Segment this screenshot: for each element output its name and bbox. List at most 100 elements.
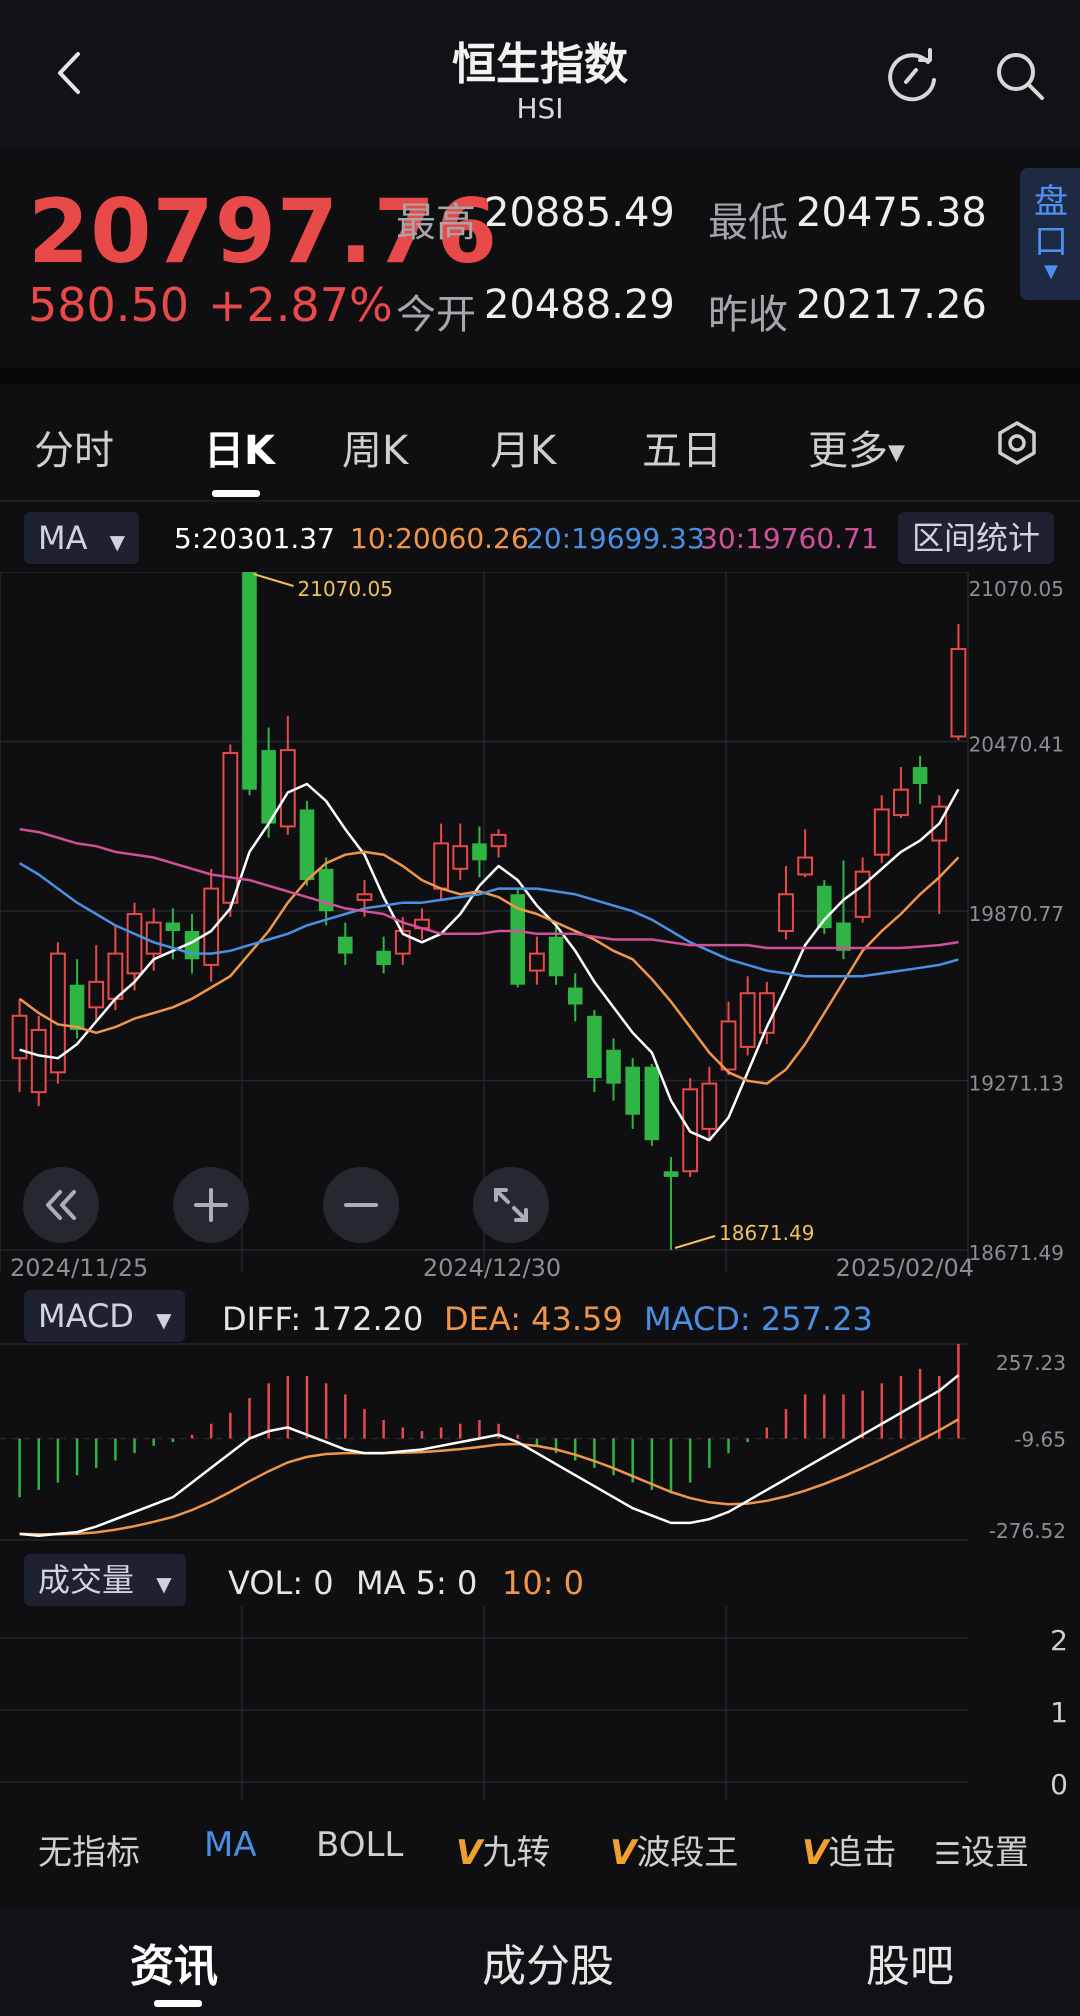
- candle-body: [663, 1171, 679, 1177]
- ma5-line: [19, 782, 960, 1142]
- macd-value: MACD: 257.23: [644, 1300, 873, 1338]
- nav-forum[interactable]: 股吧: [866, 1930, 954, 1994]
- zoom-out-button[interactable]: [322, 1166, 400, 1244]
- nav-constituents[interactable]: 成分股: [482, 1930, 614, 1994]
- candle-body: [69, 984, 85, 1030]
- candle-body: [30, 1028, 47, 1094]
- order-book-toggle[interactable]: 盘口 ▼: [1020, 168, 1080, 300]
- indicator-boll[interactable]: BOLL: [316, 1825, 403, 1865]
- macd-diff: DIFF: 172.20: [222, 1300, 424, 1338]
- rewind-button[interactable]: [22, 1166, 100, 1244]
- candle-body: [606, 1049, 621, 1084]
- y-axis-label: 21070.05: [969, 577, 1064, 601]
- high-marker-line: [253, 573, 294, 587]
- nav-news[interactable]: 资讯: [130, 1930, 218, 1994]
- candle-body: [893, 788, 909, 817]
- y-axis-label: 0: [1050, 1768, 1068, 1801]
- candle-body: [739, 992, 756, 1048]
- ma30-legend: 30:19760.71: [700, 522, 879, 555]
- y-axis-label: 257.23: [996, 1351, 1066, 1375]
- tab-five-day[interactable]: 五日: [642, 418, 722, 476]
- caret-down-icon: ▼: [888, 440, 905, 466]
- list-settings-icon: ☰: [934, 1837, 961, 1872]
- indicator-nine-turn-label: 九转: [482, 1833, 551, 1873]
- y-axis-label: 20470.41: [969, 733, 1064, 757]
- low-value: 20475.38: [796, 190, 987, 236]
- candle-body: [854, 870, 871, 918]
- volume-value: VOL: 0: [228, 1564, 334, 1602]
- zoom-in-button[interactable]: [172, 1166, 250, 1244]
- caret-down-icon: ▼: [1044, 261, 1058, 282]
- v-badge-icon: V: [610, 1833, 637, 1873]
- high-marker-label: 21070.05: [298, 577, 393, 601]
- indicator-wave-king-label: 波段王: [636, 1833, 739, 1873]
- indicator-none[interactable]: 无指标: [38, 1825, 140, 1874]
- candle-body: [452, 845, 469, 870]
- v-badge-icon: V: [802, 1833, 829, 1873]
- low-marker-label: 18671.49: [719, 1221, 814, 1245]
- y-axis-label: 1: [1050, 1696, 1068, 1729]
- candle-body: [126, 913, 143, 975]
- y-axis-label: 19870.77: [969, 902, 1064, 926]
- macd-chart[interactable]: 257.23 -9.65 -276.52: [0, 1340, 1080, 1552]
- search-icon[interactable]: [990, 46, 1050, 106]
- candle-body: [950, 647, 967, 738]
- tab-monthly-k[interactable]: 月K: [490, 418, 556, 476]
- tab-daily-k[interactable]: 日K: [204, 418, 275, 476]
- candle-body: [912, 767, 928, 785]
- divider: [0, 368, 1080, 384]
- ma5-legend: 5:20301.37: [174, 522, 335, 555]
- x-axis-label: 2024/11/25: [10, 1254, 148, 1282]
- candle-body: [356, 893, 373, 901]
- caret-down-icon: ▼: [109, 530, 126, 554]
- candle-body: [165, 922, 181, 932]
- tab-intraday[interactable]: 分时: [34, 418, 114, 476]
- macd-selector[interactable]: MACD ▼: [24, 1290, 186, 1342]
- candle-body: [567, 987, 583, 1005]
- y-axis-label: 19271.13: [969, 1072, 1064, 1096]
- high-value: 20885.49: [484, 190, 675, 236]
- macd-selector-label: MACD: [38, 1297, 134, 1335]
- v-badge-icon: V: [456, 1833, 483, 1873]
- tab-weekly-k[interactable]: 周K: [342, 418, 408, 476]
- candle-body: [222, 751, 239, 904]
- volume-selector[interactable]: 成交量 ▼: [24, 1554, 186, 1606]
- refresh-icon[interactable]: [882, 46, 942, 106]
- candle-body: [88, 980, 105, 1009]
- candle-body: [472, 843, 487, 861]
- indicator-nine-turn[interactable]: V九转: [456, 1825, 550, 1874]
- candle-body: [817, 885, 832, 929]
- open-value: 20488.29: [484, 282, 675, 328]
- candle-body: [338, 936, 353, 954]
- ma-selector[interactable]: MA ▼: [24, 512, 140, 564]
- prev-close-label: 昨收: [708, 292, 788, 338]
- volume-chart[interactable]: 2 1 0: [0, 1606, 1080, 1806]
- gear-icon[interactable]: [994, 420, 1040, 466]
- active-tab-indicator: [212, 490, 260, 497]
- ma20-legend: 20:19699.33: [526, 522, 705, 555]
- candle-body: [625, 1066, 640, 1115]
- volume-selector-label: 成交量: [38, 1561, 135, 1599]
- indicator-pursuit[interactable]: V追击: [802, 1825, 930, 1874]
- caret-down-icon: ▼: [156, 1308, 172, 1332]
- fullscreen-button[interactable]: [472, 1166, 550, 1244]
- candle-body: [836, 922, 851, 951]
- active-nav-indicator: [154, 2000, 202, 2007]
- y-axis-label: 2: [1050, 1624, 1068, 1657]
- candle-body: [797, 856, 814, 876]
- candle-body: [376, 950, 391, 965]
- candle-body: [433, 842, 449, 890]
- candle-body: [720, 1020, 737, 1071]
- indicator-settings[interactable]: ☰设置: [930, 1825, 1029, 1874]
- indicator-wave-king[interactable]: V波段王: [610, 1825, 738, 1874]
- order-book-label: 盘口: [1034, 182, 1068, 262]
- price-change: 580.50: [28, 278, 189, 332]
- candle-body: [701, 1082, 718, 1130]
- price-change-pct: +2.87%: [208, 278, 393, 332]
- indicator-ma[interactable]: MA: [204, 1825, 257, 1865]
- low-label: 最低: [708, 200, 788, 246]
- range-stats-button[interactable]: 区间统计: [898, 512, 1055, 564]
- tab-more[interactable]: 更多▼: [808, 418, 905, 476]
- candle-body: [279, 749, 296, 828]
- candle-body: [107, 952, 124, 1000]
